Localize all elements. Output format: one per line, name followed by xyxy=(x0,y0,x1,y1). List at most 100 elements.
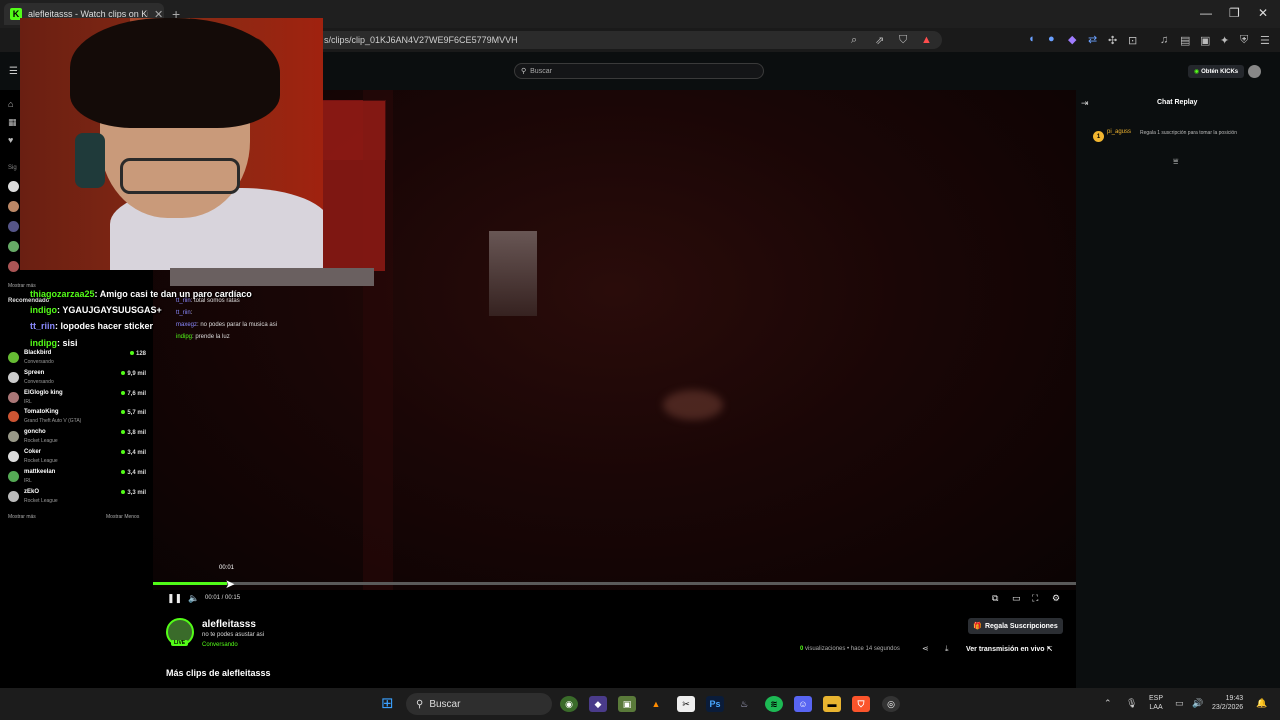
taskbar-search-label: Buscar xyxy=(429,698,461,710)
channel-name: ElGloglo king xyxy=(24,390,63,396)
wallet-icon[interactable]: ▣ xyxy=(1200,34,1210,47)
screenshot-icon[interactable]: ⊡ xyxy=(1128,34,1137,47)
zoom-icon[interactable]: ⌕ xyxy=(851,34,857,47)
minimize-icon[interactable]: — xyxy=(1200,6,1212,20)
channel-avatar xyxy=(8,352,19,363)
chat-filter-icon[interactable]: ⩸ xyxy=(1173,156,1178,167)
spotify-icon[interactable]: ≋ xyxy=(765,696,783,712)
followed-channel-avatar[interactable] xyxy=(8,221,19,232)
following-icon[interactable]: ♥ xyxy=(8,135,13,145)
search-input[interactable]: ⚲ Buscar xyxy=(514,63,764,79)
recommended-channel[interactable]: goncho Rocket League 3,8 mil xyxy=(8,429,148,448)
user-avatar[interactable] xyxy=(1248,65,1261,78)
recommended-channel[interactable]: mattkeelan IRL 3,4 mil xyxy=(8,469,148,488)
followed-channel-avatar[interactable] xyxy=(8,181,19,192)
network-icon[interactable]: ▭ xyxy=(1175,698,1184,709)
viewer-count: 3,4 mil xyxy=(121,470,146,476)
pinned-message: Regala 1 suscripción para tomar la posic… xyxy=(1140,130,1237,136)
channel-name: mattkeelan xyxy=(24,469,56,475)
gift-subs-button[interactable]: 🎁 Regala Suscripciones xyxy=(968,618,1063,634)
taskbar-search-input[interactable]: ⚲ Buscar xyxy=(406,693,552,715)
notifications-icon[interactable]: 🔔 xyxy=(1256,698,1267,709)
input-language[interactable]: ESP LAA xyxy=(1149,694,1163,712)
vpn-icon[interactable]: ⛨ xyxy=(1240,34,1248,47)
show-less-link[interactable]: Mostrar Menos xyxy=(106,514,139,520)
steam-icon[interactable]: ♨ xyxy=(735,696,753,712)
tray-overflow-icon[interactable]: ⌃ xyxy=(1104,698,1112,709)
leo-ai-icon[interactable]: ✦ xyxy=(1220,34,1229,47)
brave-icon[interactable]: ⛉ xyxy=(852,696,870,712)
obs-icon[interactable]: ◎ xyxy=(882,696,900,712)
webcam-overlay xyxy=(20,18,323,270)
theater-mode-icon[interactable]: ▭ xyxy=(1012,593,1021,604)
channel-name[interactable]: alefleitasss xyxy=(202,619,256,630)
pause-button[interactable]: ❚❚ xyxy=(167,593,182,604)
brave-shield-icon[interactable]: ⛉ xyxy=(899,34,907,47)
channel-avatar xyxy=(8,491,19,502)
followed-channel-avatar[interactable] xyxy=(8,201,19,212)
channel-name: goncho xyxy=(24,429,46,435)
home-icon[interactable]: ⌂ xyxy=(8,99,13,109)
hamburger-menu-icon[interactable]: ☰ xyxy=(9,66,18,77)
recommended-channel[interactable]: TomatoKing Grand Theft Auto V (GTA) 5,7 … xyxy=(8,409,148,428)
stream-chat-message-small: tt_riin: total somos ratas xyxy=(176,298,240,304)
picture-in-picture-icon[interactable]: ⧉ xyxy=(992,593,998,604)
share-icon[interactable]: ⋖ xyxy=(922,644,929,653)
pinned-username[interactable]: pi_aguss xyxy=(1107,129,1131,135)
fullscreen-icon[interactable]: ⛶ xyxy=(1032,593,1038,604)
settings-icon[interactable]: ⚙ xyxy=(1052,593,1060,604)
translate-icon[interactable]: ⇄ xyxy=(1088,33,1097,46)
extension-icon[interactable]: ◆ xyxy=(1068,33,1076,46)
microphone-icon[interactable]: 🎙 xyxy=(1126,698,1137,709)
share-page-icon[interactable]: ⇗ xyxy=(875,34,884,47)
volume-icon[interactable]: 🔈 xyxy=(188,593,199,604)
followed-channel-avatar[interactable] xyxy=(8,241,19,252)
vlc-icon[interactable]: ▲ xyxy=(647,696,665,712)
brave-rewards-icon[interactable]: ▲ xyxy=(921,34,932,46)
more-clips-heading: Más clips de alefleitasss xyxy=(166,668,271,678)
recommended-channel[interactable]: Blackbird Conversando 128 xyxy=(8,350,148,369)
system-clock[interactable]: 19:43 23/2/2026 xyxy=(1212,694,1243,712)
media-icon[interactable]: ♫ xyxy=(1160,34,1168,46)
file-explorer-icon[interactable]: ▬ xyxy=(823,696,841,712)
recommended-channel[interactable]: Spreen Conversando 9,9 mil xyxy=(8,370,148,389)
photoshop-icon[interactable]: Ps xyxy=(706,696,724,712)
discord-icon[interactable]: ☺ xyxy=(794,696,812,712)
watch-live-link[interactable]: Ver transmisión en vivo ⇱ xyxy=(966,645,1052,653)
channel-avatar xyxy=(8,431,19,442)
window-close-icon[interactable]: ✕ xyxy=(1258,6,1268,20)
download-icon[interactable]: ⤓ xyxy=(945,644,949,654)
collapse-chat-icon[interactable]: ⇥ xyxy=(1081,98,1089,109)
recommended-channel[interactable]: Coker Rocket League 3,4 mil xyxy=(8,449,148,468)
extensions-puzzle-icon[interactable]: ✣ xyxy=(1108,34,1117,47)
progress-bar[interactable] xyxy=(153,582,1076,585)
menu-icon[interactable]: ☰ xyxy=(1260,34,1270,47)
browse-icon[interactable]: ▦ xyxy=(8,117,17,128)
sidebar-icon[interactable]: ▤ xyxy=(1180,34,1190,47)
minecraft-icon[interactable]: ▣ xyxy=(618,696,636,712)
chat-replay-title: Chat Replay xyxy=(1157,99,1198,106)
chat-replay-panel xyxy=(1076,90,1280,720)
app-icon[interactable]: ◆ xyxy=(589,696,607,712)
channel-category: IRL xyxy=(24,478,32,484)
speaker-icon[interactable]: 🔊 xyxy=(1192,698,1203,709)
capcut-icon[interactable]: ✂ xyxy=(677,696,695,712)
channel-name: TomatoKing xyxy=(24,409,59,415)
extension-icon[interactable]: ◖ xyxy=(1028,33,1035,45)
app-icon[interactable]: ◉ xyxy=(560,696,578,712)
maximize-icon[interactable]: ❐ xyxy=(1229,6,1240,20)
get-kicks-button[interactable]: ◉ Obtén KICKs xyxy=(1188,65,1244,78)
show-more-link[interactable]: Mostrar más xyxy=(8,514,36,520)
live-badge: LIVE xyxy=(171,640,189,646)
extension-icon[interactable]: ● xyxy=(1048,33,1055,45)
channel-category: Conversando xyxy=(24,379,54,385)
stream-chat-message-small: tt_riin: xyxy=(176,310,193,316)
mouse-cursor-icon: ➤ xyxy=(225,577,236,591)
windows-start-icon[interactable]: ⊞ xyxy=(381,695,399,713)
search-placeholder: Buscar xyxy=(530,67,552,75)
channel-category: IRL xyxy=(24,399,32,405)
recommended-channel[interactable]: ElGloglo king IRL 7,6 mil xyxy=(8,390,148,409)
channel-category[interactable]: Conversando xyxy=(202,642,238,648)
followed-channel-avatar[interactable] xyxy=(8,261,19,272)
recommended-channel[interactable]: zEkO Rocket League 3,3 mil xyxy=(8,489,148,508)
